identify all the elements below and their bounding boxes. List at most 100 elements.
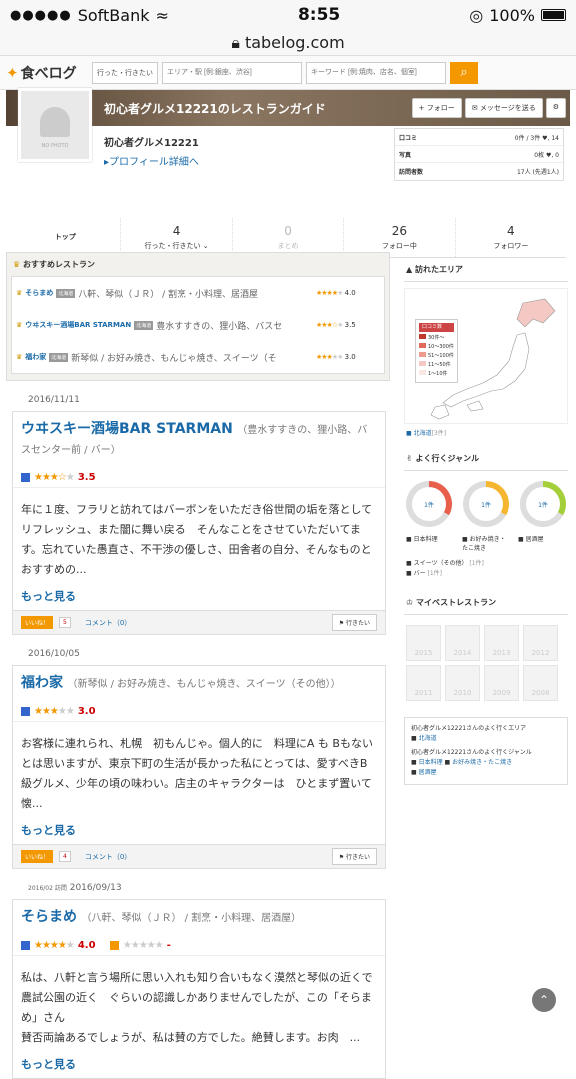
- want-to-go-button[interactable]: ⚑ 行きたい: [331, 614, 377, 631]
- legend-swatch: [419, 334, 426, 339]
- like-button[interactable]: いいね！: [21, 616, 54, 629]
- sidebar: ▲ 訪れたエリア 口コミ数 30件〜 10〜300件 51〜100件 11〜50…: [404, 258, 568, 785]
- restaurant-link[interactable]: 福わ家: [21, 675, 63, 691]
- rating-score: 4.0: [344, 289, 356, 297]
- status-bar: ●●●●● SoftBank ≈ 8:55 ◎ 100%: [0, 0, 576, 30]
- restaurant-area: （八軒、琴似（ＪＲ） / 割烹・小料理、居酒屋）: [81, 913, 302, 924]
- frequent-genre-link[interactable]: お好み焼き・たこ焼き: [452, 759, 512, 766]
- genre-link[interactable]: ■ スイーツ（その他） [1件]: [406, 559, 566, 569]
- read-more-link[interactable]: もっと見る: [13, 586, 385, 610]
- comment-link[interactable]: コメント（0）: [85, 618, 131, 628]
- genre-donut[interactable]: 1件: [406, 481, 452, 527]
- restaurant-link[interactable]: そらまめ: [25, 288, 53, 298]
- legend-swatch: [419, 361, 426, 366]
- crown-icon: ♛: [16, 289, 23, 297]
- rating: ★★★★★ 4.0 ★★★★★ -: [13, 936, 385, 956]
- main-column: ♛ おすすめレストラン ♛ そらまめ 北海道 八軒、琴似（ＪＲ） / 割烹・小料理、居…: [6, 252, 390, 1079]
- year-badge[interactable]: 2011: [406, 665, 441, 701]
- trophy-icon: ♔: [406, 598, 414, 607]
- genre-link[interactable]: ■ 居酒屋: [518, 535, 566, 553]
- frequent-genre-link[interactable]: 居酒屋: [419, 769, 437, 776]
- frequent-area-link[interactable]: 北海道: [419, 735, 437, 742]
- year-badge[interactable]: 2009: [484, 665, 519, 701]
- stat-label: 訪問者数: [399, 169, 424, 176]
- genre-link[interactable]: ■ バー [1件]: [406, 569, 566, 579]
- settings-button[interactable]: ⚙: [545, 98, 566, 118]
- message-button[interactable]: ✉ メッセージを送る: [464, 98, 543, 118]
- map-legend: 口コミ数 30件〜 10〜300件 51〜100件 11〜50件 1〜10件: [415, 319, 458, 383]
- tabelog-logo[interactable]: ✦ 食べログ: [6, 63, 92, 83]
- restaurant-link[interactable]: ウヰスキー酒場BAR STARMAN: [25, 320, 131, 330]
- year-badge[interactable]: 2014: [445, 625, 480, 661]
- star-rating-icon: ★★★☆★: [316, 321, 343, 329]
- stat-label: 写真: [399, 152, 412, 159]
- profile-detail-label: プロフィール詳細へ: [109, 157, 199, 168]
- best-restaurant-title: マイベストレストラン: [415, 598, 497, 607]
- tab-followers[interactable]: 4 フォロワー: [456, 218, 566, 257]
- page-title: 初心者グルメ12221のレストランガイド: [104, 101, 326, 116]
- profile-section: 初心者グルメ12221 ▸プロフィール詳細へ 口コミ 0件 / 3件 ♥, 14 …: [6, 126, 570, 200]
- chevron-down-icon: ⌄: [202, 242, 209, 250]
- address-bar[interactable]: 🔒︎ tabelog.com: [0, 30, 576, 56]
- recommend-item[interactable]: ♛ ウヰスキー酒場BAR STARMAN 北海道 豊水すすきの、狸小路、バスセ ★★★☆…: [12, 309, 384, 341]
- year-badge[interactable]: 2013: [484, 625, 519, 661]
- year-badge[interactable]: 2015: [406, 625, 441, 661]
- rating-score: 4.0: [77, 940, 96, 951]
- frequent-box: 初心者グルメ12221さんのよく行くエリア ■ 北海道 初心者グルメ12221さ…: [404, 717, 568, 785]
- profile-name: 初心者グルメ12221: [104, 138, 199, 149]
- site-header: ✦食べログ 行った・行きたい ⌕: [0, 56, 576, 90]
- genre-donut[interactable]: 1件: [463, 481, 509, 527]
- read-more-link[interactable]: もっと見る: [13, 820, 385, 844]
- rating-type-icon: [21, 707, 30, 716]
- rating: ★★★★★ 4.0: [316, 289, 380, 297]
- tab-label: フォロワー: [493, 242, 529, 250]
- legend-item: 51〜100件: [428, 353, 454, 359]
- genre-name: バー: [413, 570, 426, 577]
- crown-icon: ♛: [13, 260, 21, 269]
- visit-date: 2016/02 訪問: [28, 885, 67, 892]
- lunch-score: -: [166, 940, 171, 951]
- star-rating-icon: ★★★★★: [122, 940, 164, 951]
- year-badge[interactable]: 2008: [523, 665, 558, 701]
- stat-value[interactable]: 0枚 ♥, 0: [534, 150, 559, 159]
- restaurant-link[interactable]: 福わ家: [25, 352, 46, 362]
- want-to-go-button[interactable]: ⚑ 行きたい: [331, 848, 377, 865]
- area-search-input[interactable]: [162, 61, 302, 84]
- stat-value[interactable]: 0件 / 3件 ♥, 14: [515, 133, 559, 142]
- restaurant-link[interactable]: ウヰスキー酒場BAR STARMAN: [21, 421, 233, 437]
- like-button[interactable]: いいね！: [21, 850, 54, 863]
- legend-swatch: [419, 343, 426, 348]
- area-link[interactable]: ■ 北海道[3件]: [404, 424, 568, 447]
- genre-donut[interactable]: 1件: [520, 481, 566, 527]
- genre-link[interactable]: ■ 日本料理: [406, 535, 454, 553]
- legend-swatch: [419, 370, 426, 375]
- comment-link[interactable]: コメント（0）: [85, 852, 131, 862]
- area-name: 北海道: [413, 430, 432, 437]
- review-card: ウヰスキー酒場BAR STARMAN （豊水すすきの、狸小路、バスセンター前 /…: [12, 411, 386, 635]
- legend-item: 1〜10件: [428, 371, 448, 377]
- lock-icon: 🔒︎: [231, 32, 240, 52]
- year-badge[interactable]: 2010: [445, 665, 480, 701]
- star-rating-icon: ★★★☆★: [34, 472, 75, 483]
- visited-filter-label[interactable]: 行った・行きたい: [92, 61, 158, 84]
- genre-name: 日本料理: [413, 536, 438, 543]
- search-button[interactable]: ⌕: [450, 61, 478, 84]
- recommend-item[interactable]: ♛ そらまめ 北海道 八軒、琴似（ＪＲ） / 割烹・小料理、居酒屋 ★★★★★ 4.0: [12, 277, 384, 309]
- rating: ★★★☆★ 3.5: [13, 468, 385, 488]
- profile-detail-link[interactable]: ▸プロフィール詳細へ: [104, 153, 199, 168]
- lunch-rating-icon: [109, 941, 119, 950]
- frequent-genre-link[interactable]: 日本料理: [419, 759, 443, 766]
- follow-button[interactable]: + フォロー: [411, 98, 462, 118]
- japan-map[interactable]: 口コミ数 30件〜 10〜300件 51〜100件 11〜50件 1〜10件: [404, 288, 568, 424]
- year-badge[interactable]: 2012: [523, 625, 558, 661]
- genre-link[interactable]: ■ お好み焼き・たこ焼き: [462, 535, 510, 553]
- scroll-to-top-button[interactable]: ⌃: [532, 988, 556, 1012]
- genre-extra: ■ スイーツ（その他） [1件] ■ バー [1件]: [404, 557, 568, 581]
- donut-label: 1件: [469, 487, 503, 521]
- keyword-search-input[interactable]: [306, 61, 446, 84]
- restaurant-link[interactable]: そらまめ: [21, 909, 77, 925]
- area-tag: 北海道: [49, 352, 69, 362]
- recommend-item[interactable]: ♛ 福わ家 北海道 新琴似 / お好み焼き、もんじゃ焼き、スイーツ（そ ★★★★★ 3.…: [12, 341, 384, 373]
- review-card: 福わ家 （新琴似 / お好み焼き、もんじゃ焼き、スイーツ（その他）） ★★★★★…: [12, 665, 386, 869]
- read-more-link[interactable]: もっと見る: [13, 1054, 385, 1078]
